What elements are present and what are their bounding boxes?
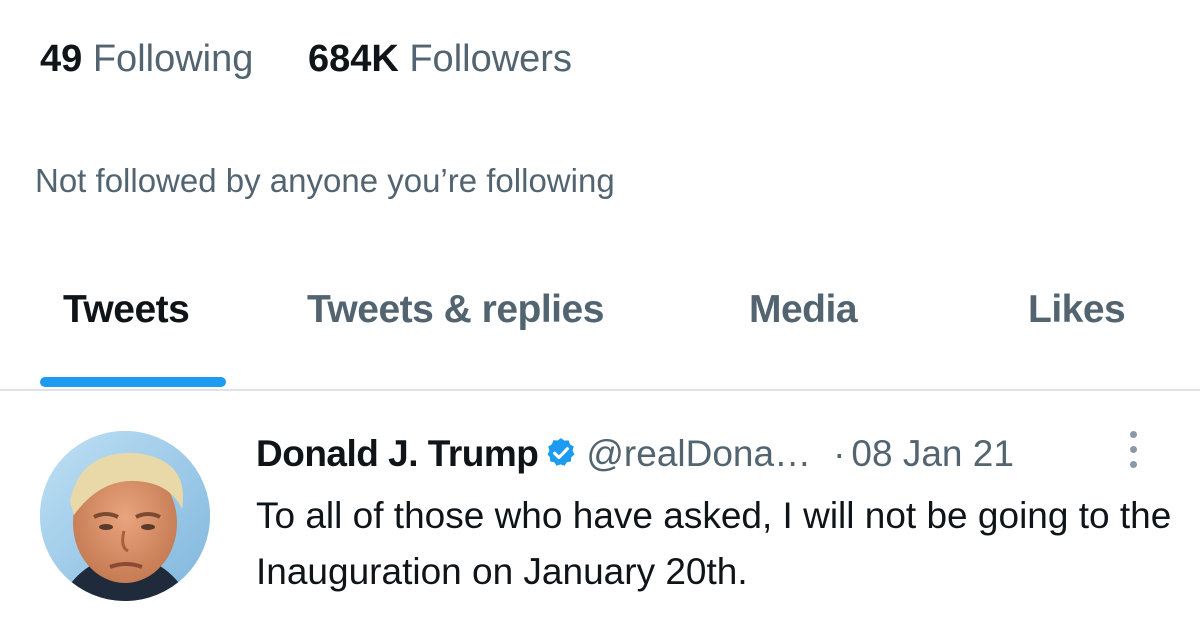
author-handle[interactable]: @realDona… (586, 433, 811, 474)
tab-tweets[interactable]: Tweets (63, 288, 190, 332)
followers-label: Followers (409, 38, 572, 80)
tweet-text: To all of those who have asked, I will n… (256, 495, 1172, 592)
followers-link[interactable]: 684K Followers (308, 36, 572, 82)
active-tab-indicator (40, 377, 226, 387)
meta-separator: · (833, 433, 846, 474)
following-count: 49 (40, 38, 83, 80)
following-label: Following (92, 38, 254, 80)
not-followed-notice: Not followed by anyone you’re following (35, 162, 615, 199)
tab-likes[interactable]: Likes (1028, 288, 1126, 332)
author-name[interactable]: Donald J. Trump (256, 433, 539, 474)
profile-tabs: Tweets Tweets & replies Media Likes (0, 280, 1200, 390)
tab-media[interactable]: Media (749, 288, 858, 332)
following-link[interactable]: 49 Following (40, 36, 253, 82)
more-options-icon[interactable] (1128, 431, 1138, 475)
tweet-date[interactable]: 08 Jan 21 (851, 433, 1014, 474)
verified-badge-icon (547, 438, 575, 466)
avatar[interactable] (40, 431, 210, 601)
avatar-portrait (40, 431, 210, 601)
tweet[interactable]: Donald J. Trump @realDona… · 08 Jan 21 To … (0, 391, 1200, 627)
tweet-header: Donald J. Trump @realDona… · 08 Jan 21 (256, 431, 1014, 477)
followers-count: 684K (307, 38, 399, 80)
follow-stats: 49 Following 684K Followers (40, 36, 616, 82)
tab-tweets-replies[interactable]: Tweets & replies (307, 288, 604, 332)
